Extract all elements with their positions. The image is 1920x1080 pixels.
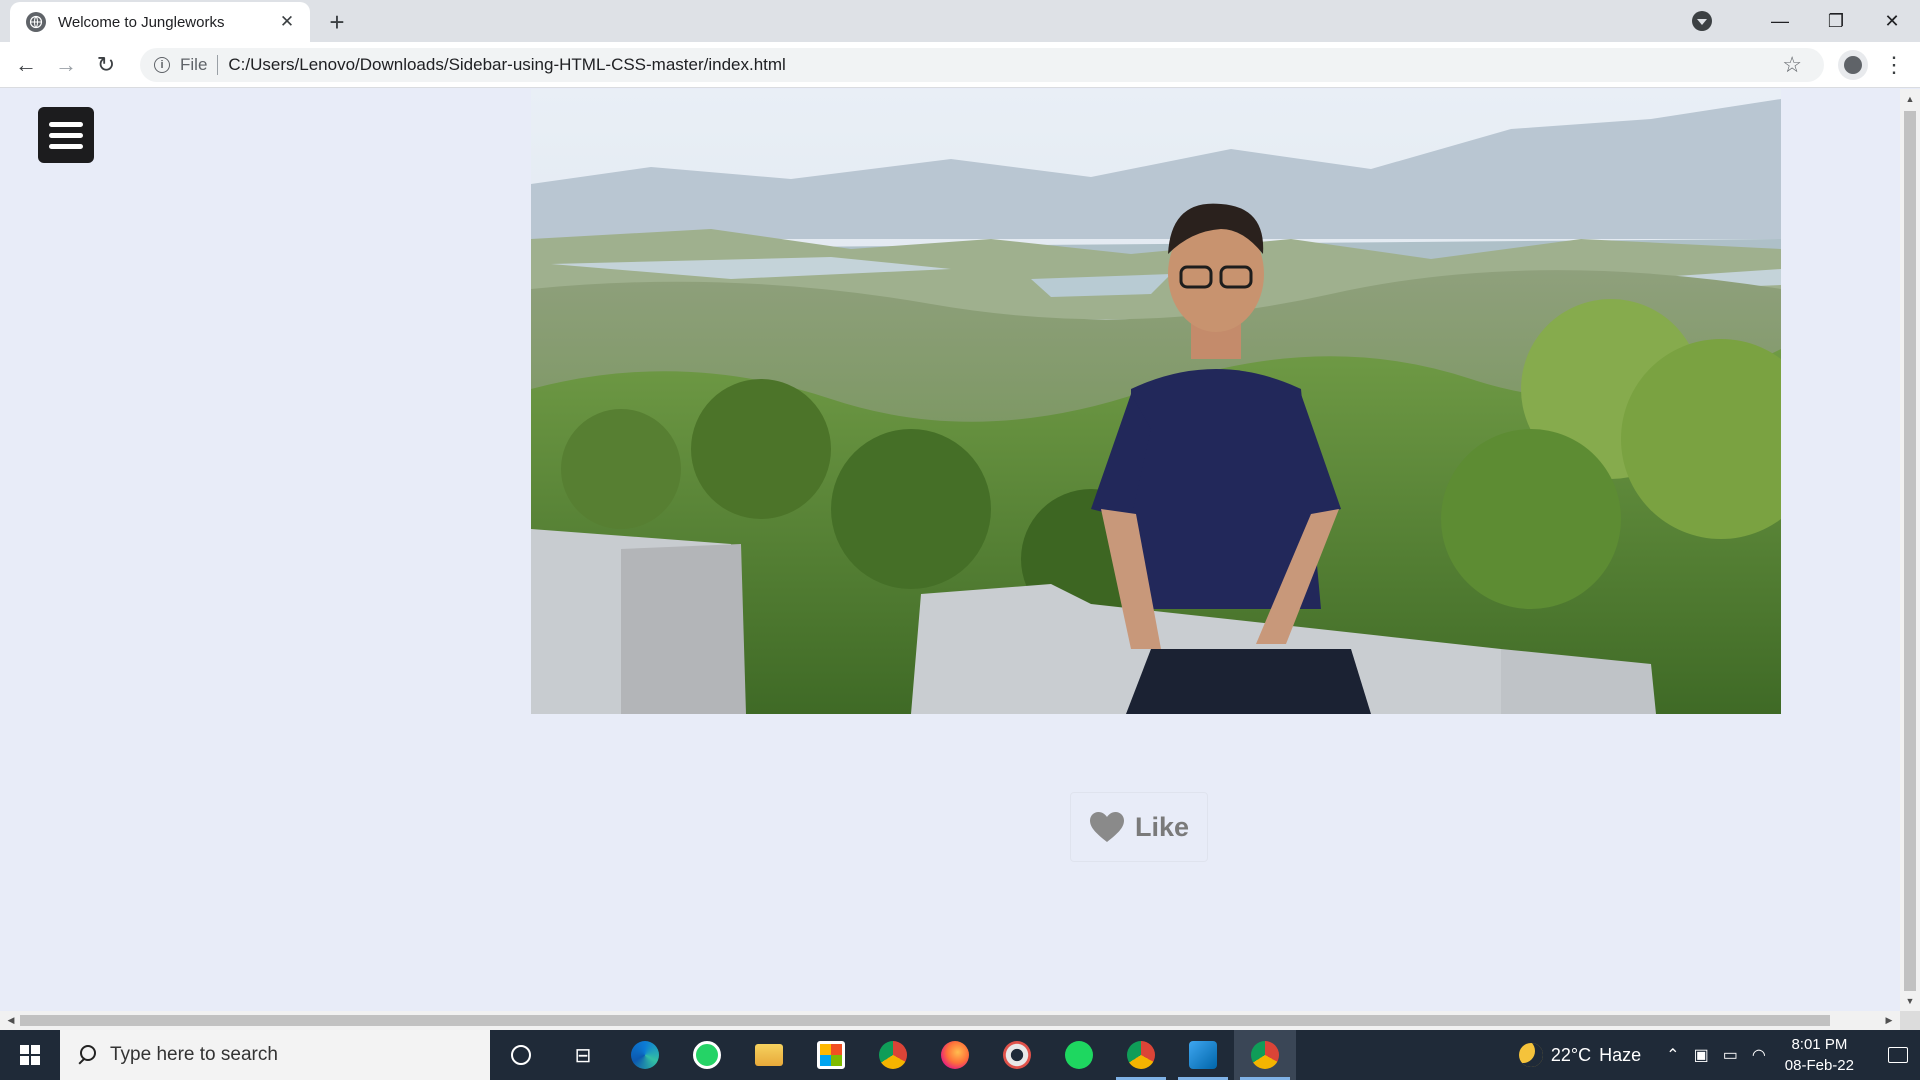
cortana-button[interactable] (490, 1030, 552, 1080)
back-arrow-icon[interactable]: ← (12, 51, 40, 79)
whatsapp-button[interactable] (676, 1030, 738, 1080)
browser-tab[interactable]: Welcome to Jungleworks ✕ (10, 2, 310, 42)
scroll-down-icon[interactable]: ▼ (1900, 993, 1920, 1009)
page-viewport: Like (0, 89, 1900, 1011)
forward-arrow-icon[interactable]: → (52, 51, 80, 79)
spotify-button[interactable] (1048, 1030, 1110, 1080)
microsoft-store-button[interactable] (800, 1030, 862, 1080)
info-icon[interactable]: i (154, 57, 170, 73)
profile-avatar-icon[interactable] (1838, 50, 1868, 80)
microsoft-store-icon (817, 1041, 845, 1069)
search-placeholder: Type here to search (110, 1044, 278, 1065)
file-explorer-button[interactable] (738, 1030, 800, 1080)
minimize-icon[interactable]: — (1752, 0, 1808, 42)
edge-button[interactable] (614, 1030, 676, 1080)
edge-icon (631, 1041, 659, 1069)
battery-icon[interactable]: ▭ (1723, 1045, 1738, 1065)
bookmark-star-icon[interactable]: ☆ (1782, 52, 1802, 78)
weather-condition: Haze (1599, 1044, 1642, 1065)
restore-icon[interactable]: ❐ (1808, 0, 1864, 42)
task-view-button[interactable]: ⊟ (552, 1030, 614, 1080)
close-tab-icon[interactable]: ✕ (276, 11, 298, 33)
url-text[interactable]: C:/Users/Lenovo/Downloads/Sidebar-using-… (228, 55, 785, 75)
system-tray: 22°C Haze ⌃ ▣ ▭ ◠ 8:01 PM 08-Feb-22 (1518, 1030, 1920, 1080)
hamburger-line (49, 143, 83, 149)
reload-icon[interactable]: ↻ (92, 51, 120, 79)
cortana-icon (511, 1045, 531, 1065)
hamburger-line (49, 132, 83, 138)
scroll-right-icon[interactable]: ▶ (1880, 1011, 1898, 1030)
browser-toolbar: ← → ↻ i File C:/Users/Lenovo/Downloads/S… (0, 42, 1920, 88)
firefox-button[interactable] (924, 1030, 986, 1080)
tab-search-icon[interactable] (1692, 11, 1712, 31)
tab-title: Welcome to Jungleworks (58, 13, 225, 31)
like-button[interactable]: Like (1070, 792, 1208, 862)
chrome-button[interactable] (862, 1030, 924, 1080)
taskbar-clock[interactable]: 8:01 PM 08-Feb-22 (1785, 1034, 1854, 1076)
heart-icon (1089, 812, 1124, 842)
close-window-icon[interactable]: ✕ (1864, 0, 1920, 42)
clock-date: 08-Feb-22 (1784, 1057, 1854, 1074)
file-explorer-icon (755, 1044, 783, 1066)
notifications-icon[interactable] (1876, 1030, 1920, 1080)
spotify-icon (1065, 1041, 1093, 1069)
like-label: Like (1134, 811, 1190, 842)
windows-logo-icon (20, 1045, 40, 1065)
weather-widget[interactable]: 22°C Haze (1518, 1043, 1642, 1067)
wifi-icon[interactable]: ◠ (1752, 1045, 1766, 1065)
new-tab-button[interactable]: + (322, 8, 352, 36)
windows-taskbar: Type here to search ⊟ 22°C Haze ⌃ ▣ ▭ ◠ … (0, 1030, 1920, 1080)
browser-titlebar: Welcome to Jungleworks ✕ + — ❐ ✕ (0, 0, 1920, 42)
search-icon (76, 1045, 96, 1065)
globe-icon (26, 12, 46, 32)
chrome-profile-icon (1127, 1041, 1155, 1069)
menu-toggle-button[interactable] (38, 107, 94, 163)
whatsapp-icon (693, 1041, 721, 1069)
task-view-icon: ⊟ (574, 1044, 592, 1067)
media-app-button[interactable] (986, 1030, 1048, 1080)
chrome-icon (879, 1041, 907, 1069)
chrome-active-icon (1251, 1041, 1279, 1069)
vertical-scrollbar[interactable]: ▲ ▼ (1900, 89, 1920, 1011)
firefox-icon (941, 1041, 969, 1069)
weather-moon-icon (1518, 1043, 1543, 1067)
scrollbar-corner (1900, 1011, 1920, 1030)
chrome-active-button[interactable] (1234, 1030, 1296, 1080)
clock-time: 8:01 PM (1791, 1036, 1848, 1053)
address-separator (217, 55, 219, 75)
scheme-label: File (180, 55, 208, 74)
weather-temp: 22°C (1550, 1044, 1592, 1065)
vscode-icon (1189, 1041, 1217, 1069)
address-bar[interactable]: i File C:/Users/Lenovo/Downloads/Sidebar… (140, 48, 1824, 82)
meet-now-icon[interactable]: ▣ (1694, 1045, 1709, 1065)
show-hidden-icons-chevron-icon[interactable]: ⌃ (1666, 1045, 1679, 1065)
hamburger-line (49, 121, 83, 127)
vscode-button[interactable] (1172, 1030, 1234, 1080)
more-menu-icon[interactable]: ⋮ (1880, 51, 1908, 79)
chrome-profile-button[interactable] (1110, 1030, 1172, 1080)
scroll-up-icon[interactable]: ▲ (1900, 91, 1920, 107)
taskbar-search[interactable]: Type here to search (60, 1030, 490, 1080)
landscape-portrait-image (531, 89, 1781, 714)
start-button[interactable] (0, 1030, 60, 1080)
horizontal-scrollbar[interactable]: ◀ ▶ (0, 1011, 1900, 1030)
window-controls: — ❐ ✕ (1692, 0, 1920, 42)
media-app-icon (1003, 1041, 1031, 1069)
scroll-left-icon[interactable]: ◀ (2, 1011, 20, 1030)
horizontal-scroll-thumb[interactable] (20, 1015, 1830, 1026)
vertical-scroll-thumb[interactable] (1904, 111, 1916, 991)
hero-photo (531, 89, 1781, 714)
